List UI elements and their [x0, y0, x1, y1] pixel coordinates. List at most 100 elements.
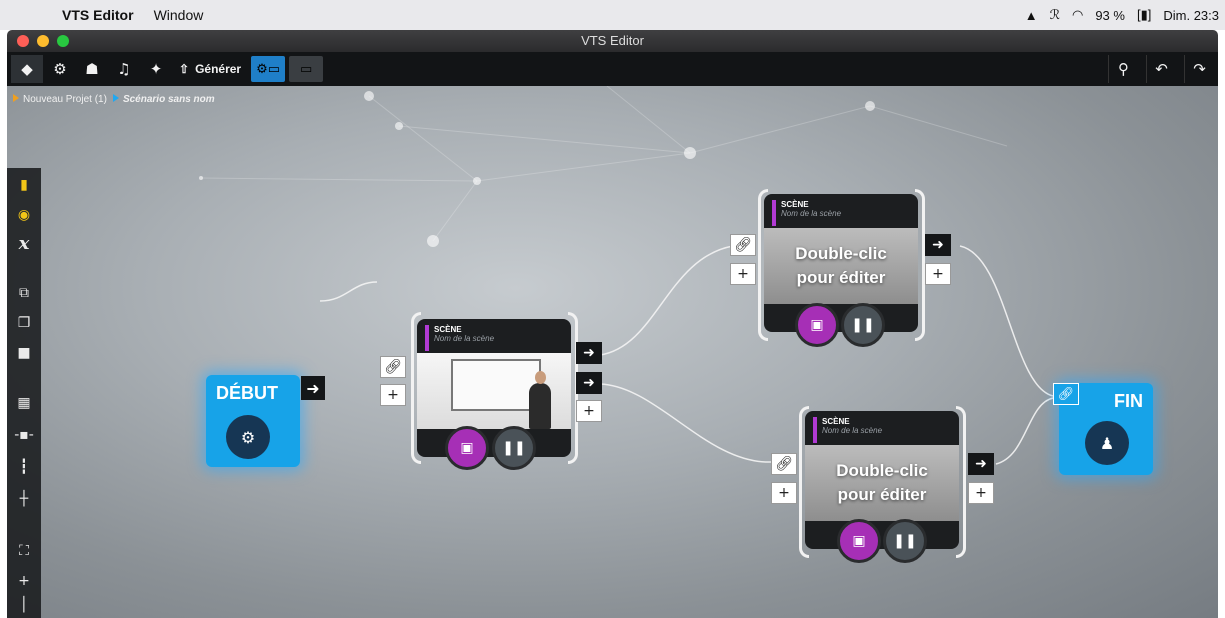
scene-title: SCÈNE: [781, 200, 809, 209]
scene1-add-output-port[interactable]: +: [576, 400, 602, 422]
scene1-output-port-1[interactable]: ➜: [576, 342, 602, 364]
scene3-media-button[interactable]: ▣: [837, 519, 881, 563]
scene-node-2[interactable]: SCÈNE Nom de la scène Double-clic pour é…: [764, 194, 918, 332]
copy-button[interactable]: ⧉: [7, 280, 41, 306]
pause-icon: ❚❚: [851, 317, 875, 333]
align-vertical-icon: ┇: [19, 459, 29, 475]
scene1-pause-button[interactable]: ❚❚: [492, 426, 536, 470]
media-button[interactable]: ♫: [109, 55, 139, 83]
arrow-right-icon: ➜: [583, 375, 595, 391]
plus-icon: +: [778, 485, 790, 501]
align-horizontal-button[interactable]: -▪-: [7, 422, 41, 448]
app-menu[interactable]: VTS Editor: [62, 7, 134, 23]
window-menu[interactable]: Window: [154, 7, 204, 23]
battery-percent[interactable]: 93 %: [1095, 8, 1125, 23]
grid-button[interactable]: ▦: [7, 390, 41, 416]
search-button[interactable]: ⚲: [1108, 55, 1138, 83]
undo-icon: ↶: [1155, 60, 1168, 78]
scene3-pause-button[interactable]: ❚❚: [883, 519, 927, 563]
scene2-add-input-port[interactable]: +: [730, 263, 756, 285]
scene1-link-port[interactable]: 🔗︎: [380, 356, 406, 378]
scene2-pause-button[interactable]: ❚❚: [841, 303, 885, 347]
redo-button[interactable]: ↷: [1184, 55, 1214, 83]
scene-thumbnail[interactable]: [417, 353, 571, 429]
eye-icon: ◉: [17, 207, 31, 223]
presenter-image: [529, 371, 551, 429]
zoom-in-button[interactable]: +: [7, 568, 41, 594]
scene1-add-input-port[interactable]: +: [380, 384, 406, 406]
link-icon: 🔗︎: [734, 237, 752, 253]
status-area: ▲ ℛ ◠ 93 % [▮] Dim. 23:3: [1025, 0, 1219, 30]
scene2-link-port[interactable]: 🔗︎: [730, 234, 756, 256]
align-center-button[interactable]: ┼: [7, 486, 41, 512]
breadcrumb-scenario[interactable]: Scénario sans nom: [112, 94, 215, 105]
scene1-media-button[interactable]: ▣: [445, 426, 489, 470]
chevron-right-icon: [13, 94, 19, 102]
window-title: VTS Editor: [581, 33, 644, 48]
presenter-board-icon[interactable]: ♟: [1085, 421, 1129, 465]
paste-button[interactable]: ■: [7, 340, 41, 366]
gem-icon: ◆: [21, 60, 33, 78]
generate-button[interactable]: ⇧ Générer: [179, 55, 241, 83]
scene-header: SCÈNE Nom de la scène: [772, 200, 910, 226]
end-label: FIN: [1114, 391, 1143, 411]
scene2-add-output-port[interactable]: +: [925, 263, 951, 285]
redo-icon: ↷: [1193, 60, 1206, 78]
scene2-output-port[interactable]: ➜: [925, 234, 951, 256]
flask-icon[interactable]: ▲: [1025, 8, 1038, 23]
end-link-port[interactable]: 🔗︎: [1053, 383, 1079, 405]
scene-name[interactable]: Nom de la scène: [822, 426, 951, 435]
scene2-media-button[interactable]: ▣: [795, 303, 839, 347]
fit-view-icon: ⛶: [19, 543, 29, 559]
scene-header: SCÈNE Nom de la scène: [425, 325, 563, 351]
arrow-right-icon: ➜: [932, 237, 944, 253]
scene3-add-input-port[interactable]: +: [771, 482, 797, 504]
variable-icon: x: [18, 232, 30, 254]
scene-placeholder[interactable]: Double-clic pour éditer: [805, 445, 959, 521]
scene-title: SCÈNE: [822, 417, 850, 426]
scene-name[interactable]: Nom de la scène: [781, 209, 910, 218]
variables-button[interactable]: x: [7, 230, 41, 256]
chevron-right-icon: [112, 94, 119, 102]
gem-button[interactable]: ◆: [11, 55, 43, 83]
scene-placeholder[interactable]: Double-clic pour éditer: [764, 228, 918, 304]
preview-button[interactable]: ◉: [7, 202, 41, 228]
wifi-icon[interactable]: ◠: [1072, 7, 1083, 23]
breadcrumb: Nouveau Projet (1) Scénario sans nom: [13, 94, 215, 105]
zoom-window-button[interactable]: [57, 35, 69, 47]
start-output-port[interactable]: ➜: [301, 376, 325, 400]
cloud-sync-icon[interactable]: ℛ: [1050, 7, 1060, 23]
scene3-add-output-port[interactable]: +: [968, 482, 994, 504]
scene3-link-port[interactable]: 🔗︎: [771, 453, 797, 475]
scenario-canvas[interactable]: Nouveau Projet (1) Scénario sans nom ▮ ◉…: [7, 86, 1218, 618]
fit-view-button[interactable]: ⛶: [7, 538, 41, 564]
start-settings-icon[interactable]: ⚙: [226, 415, 270, 459]
scene-node-3[interactable]: SCÈNE Nom de la scène Double-clic pour é…: [805, 411, 959, 549]
link-icon: 🔗︎: [1057, 386, 1075, 402]
close-window-button[interactable]: [17, 35, 29, 47]
zoom-slider[interactable]: │: [7, 592, 41, 618]
undo-button[interactable]: ↶: [1146, 55, 1176, 83]
traffic-lights: [17, 35, 69, 47]
image-view-button[interactable]: ▭: [289, 56, 324, 82]
scene3-output-port[interactable]: ➜: [968, 453, 994, 475]
battery-icon[interactable]: [▮]: [1137, 7, 1151, 23]
plus-icon: +: [18, 573, 30, 589]
settings-button[interactable]: ⚙: [45, 55, 75, 83]
image-icon: ▣: [460, 440, 474, 456]
scene1-output-port-2[interactable]: ➜: [576, 372, 602, 394]
breadcrumb-project[interactable]: Nouveau Projet (1): [13, 94, 107, 105]
plus-icon: +: [975, 485, 987, 501]
duplicate-button[interactable]: ❐: [7, 310, 41, 336]
start-node[interactable]: DÉBUT ⚙: [206, 375, 300, 467]
characters-button[interactable]: ☗: [77, 55, 107, 83]
scene-name[interactable]: Nom de la scène: [434, 334, 563, 343]
toolbar-right: ⚲ ↶ ↷: [1106, 55, 1214, 83]
scenario-view-button[interactable]: ⚙▭: [251, 56, 286, 82]
notes-button[interactable]: ▮: [7, 172, 41, 198]
align-vertical-button[interactable]: ┇: [7, 454, 41, 480]
minimize-window-button[interactable]: [37, 35, 49, 47]
clock[interactable]: Dim. 23:3: [1163, 8, 1219, 23]
effects-button[interactable]: ✦: [141, 55, 171, 83]
image-icon: ▣: [852, 533, 866, 549]
